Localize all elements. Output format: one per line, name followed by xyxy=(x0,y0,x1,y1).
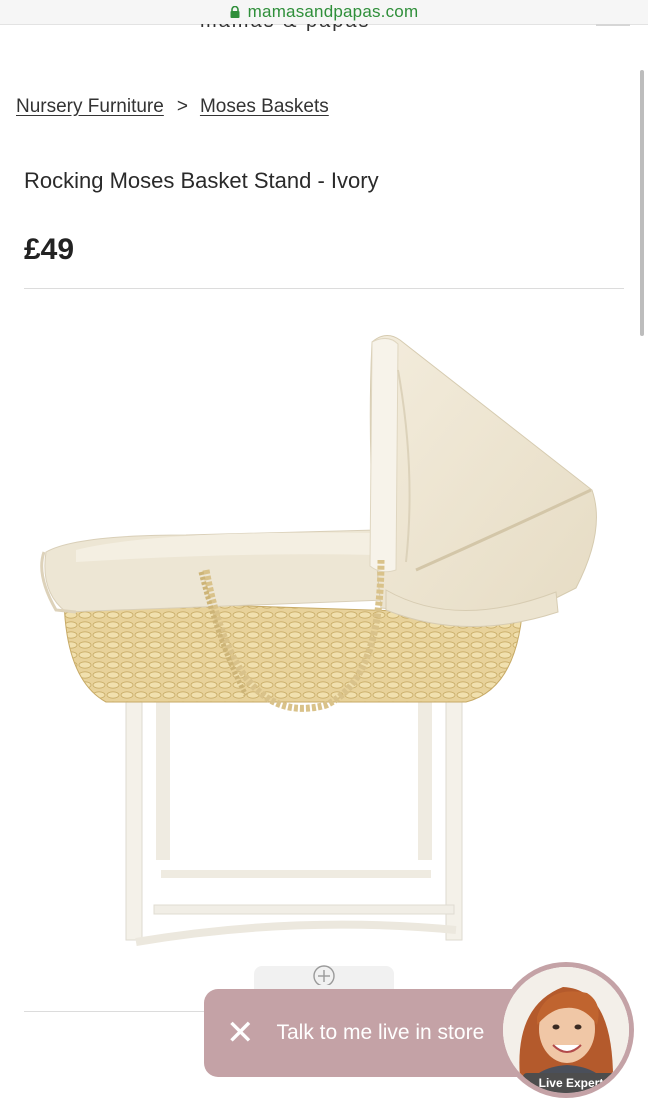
breadcrumb-link-moses-baskets[interactable]: Moses Baskets xyxy=(200,96,329,118)
live-expert-avatar[interactable]: Live Expert xyxy=(498,962,634,1098)
browser-url-bar[interactable]: mamasandpapas.com xyxy=(0,0,648,25)
live-expert-badge: Live Expert xyxy=(523,1073,619,1093)
page-scrollbar[interactable] xyxy=(640,70,644,336)
header-icon-cropped[interactable] xyxy=(596,24,630,26)
close-icon[interactable]: ✕ xyxy=(226,1016,255,1050)
product-title: Rocking Moses Basket Stand - Ivory xyxy=(24,168,379,193)
breadcrumb-separator: > xyxy=(176,96,188,117)
product-price: £49 xyxy=(24,233,75,266)
url-text: mamasandpapas.com xyxy=(247,2,419,21)
product-image[interactable] xyxy=(36,330,606,960)
site-logo-cropped[interactable]: mamas & papas xyxy=(200,24,430,34)
live-chat-label[interactable]: Talk to me live in store xyxy=(277,1021,485,1045)
divider-bottom xyxy=(24,1011,214,1012)
lock-icon xyxy=(230,5,240,18)
image-zoom-button[interactable] xyxy=(254,963,394,990)
breadcrumb-link-nursery-furniture[interactable]: Nursery Furniture xyxy=(16,96,164,118)
zoom-plus-icon xyxy=(312,963,336,990)
breadcrumb: Nursery Furniture > Moses Baskets xyxy=(16,96,329,118)
divider-top xyxy=(24,288,624,289)
